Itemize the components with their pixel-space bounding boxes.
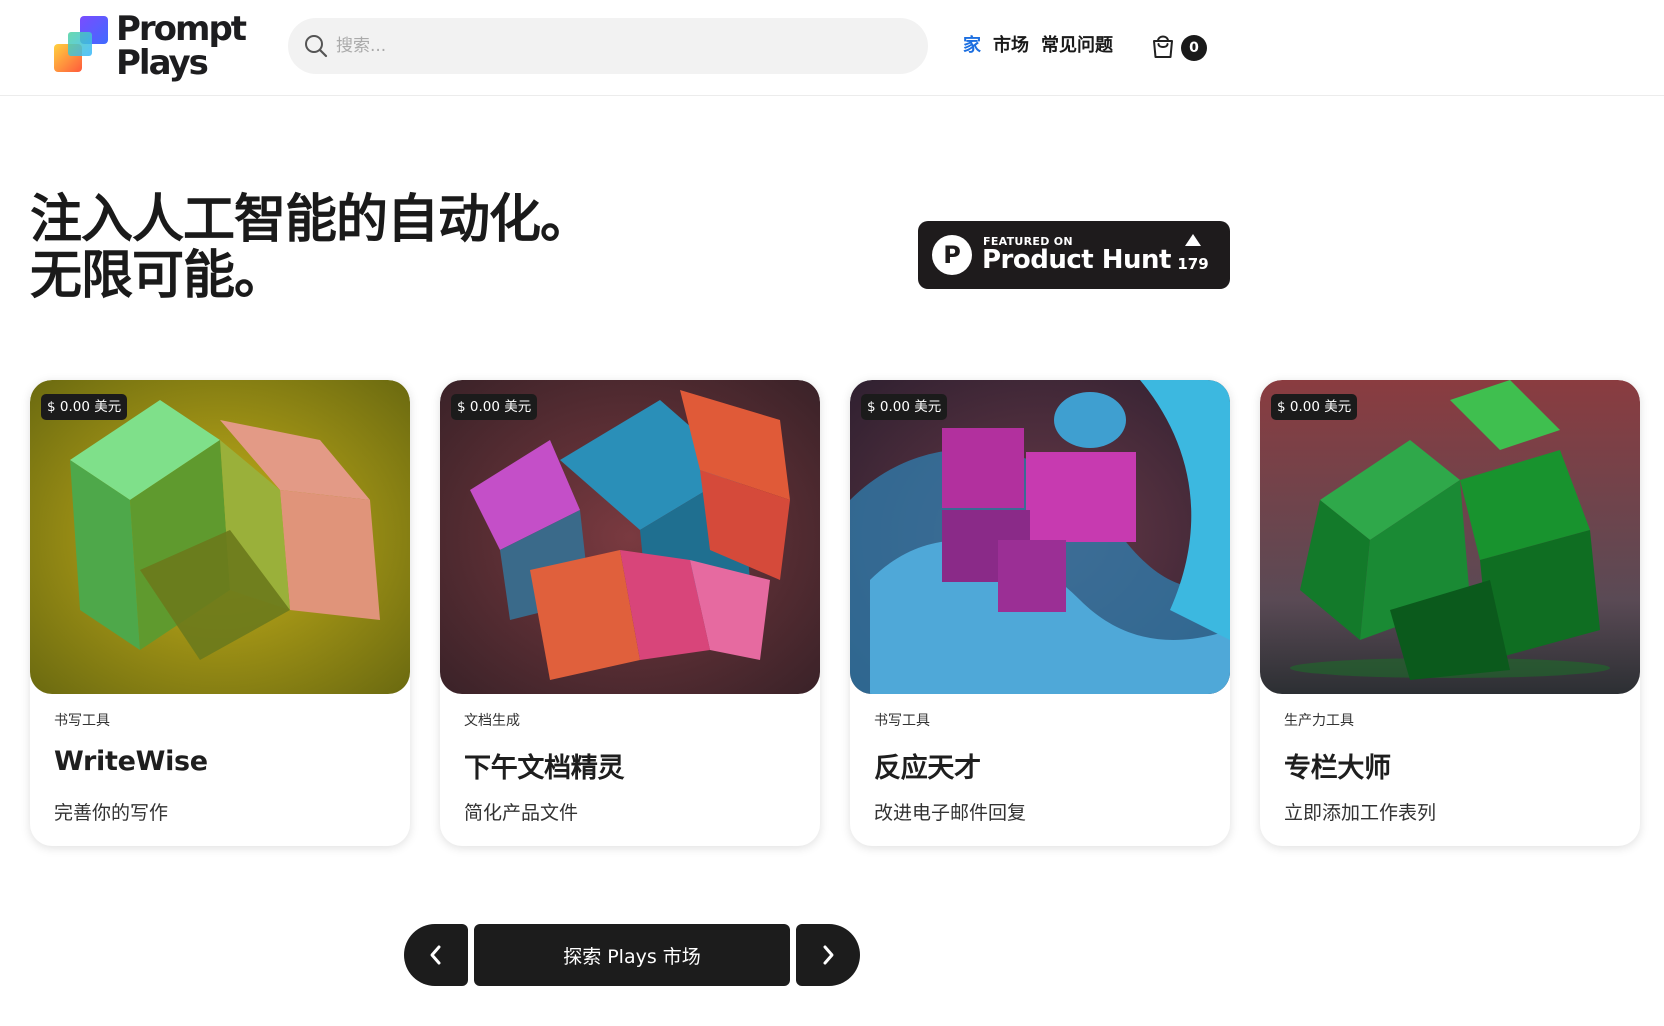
product-image	[30, 380, 410, 694]
product-description: 立即添加工作表列	[1284, 802, 1437, 824]
hero-line-2: 无限可能。	[30, 246, 286, 306]
product-category: 书写工具	[874, 713, 930, 729]
site-logo[interactable]: Prompt Plays	[54, 12, 254, 84]
product-category: 文档生成	[464, 713, 520, 729]
product-title: 反应天才	[874, 753, 981, 784]
cart-button[interactable]: 0	[1150, 32, 1210, 62]
product-description: 完善你的写作	[54, 802, 169, 824]
search-icon	[305, 35, 328, 58]
chevron-right-icon	[823, 945, 834, 965]
product-category: 书写工具	[54, 713, 110, 729]
product-hunt-upvote-count: 179	[1177, 255, 1209, 273]
product-title: 专栏大师	[1284, 753, 1391, 784]
product-image	[440, 380, 820, 694]
main-nav: 家 市场 常见问题	[963, 32, 1125, 60]
product-title: 下午文档精灵	[464, 753, 625, 784]
search-bar	[288, 18, 928, 74]
product-card[interactable]: $ 0.00 美元 书写工具 WriteWise 完善你的写作	[30, 380, 410, 846]
site-header: Prompt Plays 家 市场 常见问题 0	[0, 0, 1664, 96]
price-badge: $ 0.00 美元	[861, 394, 948, 420]
hero-headline: 注入人工智能的自动化。 无限可能。	[30, 192, 730, 304]
product-card[interactable]: $ 0.00 美元 书写工具 反应天才 改进电子邮件回复	[850, 380, 1230, 846]
product-description: 简化产品文件	[464, 802, 579, 824]
next-button[interactable]	[796, 924, 860, 986]
product-card[interactable]: $ 0.00 美元 生产力工具 专栏大师 立即添加工作表列	[1260, 380, 1640, 846]
chevron-left-icon	[430, 945, 441, 965]
upvote-arrow-icon	[1185, 234, 1201, 246]
product-hunt-logo-icon: P	[932, 235, 972, 275]
price-badge: $ 0.00 美元	[1271, 394, 1358, 420]
product-image	[1260, 380, 1640, 694]
market-pager: 探索 Plays 市场	[404, 924, 860, 986]
hero-line-1: 注入人工智能的自动化。	[30, 190, 592, 250]
shopping-bag-icon	[1153, 35, 1173, 58]
product-card-list: $ 0.00 美元 书写工具 WriteWise 完善你的写作 $ 0.00 美…	[30, 380, 1640, 846]
product-hunt-name: Product Hunt	[982, 245, 1171, 275]
product-hunt-badge[interactable]: P FEATURED ON Product Hunt 179	[918, 221, 1230, 289]
logo-mark-icon	[54, 16, 108, 72]
product-image	[850, 380, 1230, 694]
nav-link-home[interactable]: 家	[963, 32, 981, 60]
product-title: WriteWise	[54, 746, 208, 777]
previous-button[interactable]	[404, 924, 468, 986]
logo-line-1: Prompt	[116, 9, 247, 49]
price-badge: $ 0.00 美元	[41, 394, 128, 420]
product-description: 改进电子邮件回复	[874, 802, 1027, 824]
search-input[interactable]	[336, 28, 896, 64]
price-badge: $ 0.00 美元	[451, 394, 538, 420]
product-category: 生产力工具	[1284, 713, 1354, 729]
cart-count-badge: 0	[1181, 35, 1207, 61]
product-card[interactable]: $ 0.00 美元 文档生成 下午文档精灵 简化产品文件	[440, 380, 820, 846]
logo-wordmark: Prompt Plays	[116, 9, 247, 83]
explore-market-button[interactable]: 探索 Plays 市场	[474, 924, 790, 986]
nav-link-faq[interactable]: 常见问题	[1041, 32, 1113, 60]
logo-line-2: Plays	[116, 43, 209, 83]
nav-link-market[interactable]: 市场	[993, 32, 1029, 60]
